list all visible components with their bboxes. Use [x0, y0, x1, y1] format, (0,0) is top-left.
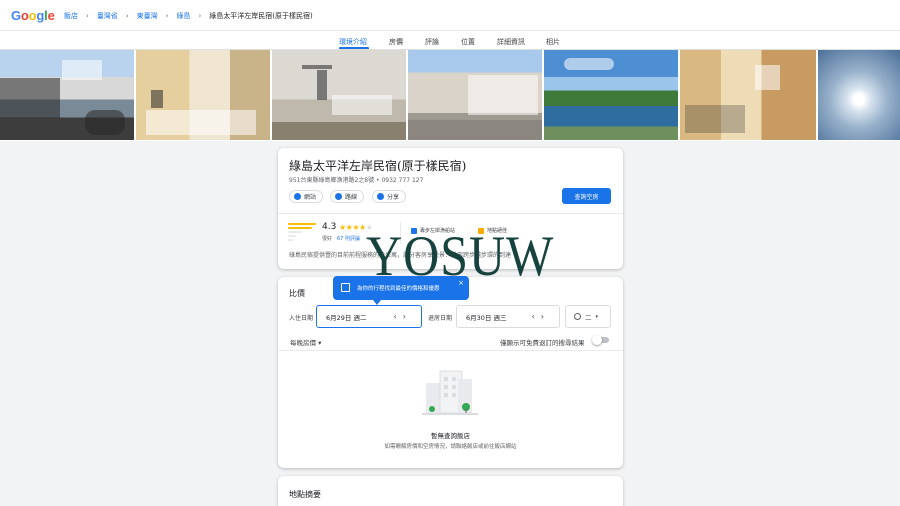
- checkin-label: 入住日期: [289, 315, 314, 322]
- tab-prices[interactable]: 房價: [389, 37, 403, 47]
- active-tab-indicator: [339, 47, 369, 49]
- guests-count: 二: [585, 313, 592, 322]
- reviews-link[interactable]: 67 則評論: [337, 235, 360, 242]
- chevron-right-icon: ›: [165, 12, 169, 20]
- logo-letter: g: [36, 8, 45, 23]
- watermark-text: YOSUW: [366, 223, 555, 288]
- divider: [278, 350, 623, 351]
- checkin-date: 6月29日 週二: [326, 313, 367, 322]
- photo-sunset[interactable]: [818, 50, 900, 140]
- globe-icon: [294, 193, 301, 200]
- tab-details[interactable]: 詳細資訊: [497, 37, 525, 47]
- section-tabs: 環境介紹 房價 評論 位置 詳細資訊 相片: [0, 31, 900, 50]
- top-bar: Google 飯店 › 臺灣省 › 東臺灣 › 綠島 › 綠島太平洋左岸民宿(原…: [0, 0, 900, 31]
- checkout-date-field[interactable]: 6月30日 週三 ‹›: [456, 305, 560, 328]
- divider: [278, 213, 623, 214]
- date-stepper-icons[interactable]: ‹›: [532, 312, 550, 321]
- free-cancel-toggle-label: 僅顯示可免費退訂的搜尋結果: [500, 339, 585, 347]
- empty-state-title: 暫無查詢飯店: [431, 432, 470, 440]
- chevron-right-icon: ›: [198, 12, 202, 20]
- price-title: 比價: [289, 289, 305, 298]
- tab-photos[interactable]: 相片: [546, 37, 560, 47]
- rating-distribution: [288, 223, 316, 243]
- photo-street[interactable]: [408, 50, 542, 140]
- breadcrumb-taiwan[interactable]: 臺灣省: [97, 11, 118, 21]
- logo-letter: o: [20, 8, 29, 23]
- person-icon: [574, 313, 581, 320]
- hotel-name: 綠島太平洋左岸民宿(原于樣民宿): [289, 159, 467, 173]
- share-label: 分享: [387, 194, 400, 201]
- photo-room-2[interactable]: [680, 50, 816, 140]
- logo-letter: G: [11, 8, 21, 23]
- tab-reviews[interactable]: 評論: [425, 37, 439, 47]
- location-overview-card: 地點摘要: [278, 476, 623, 506]
- date-stepper-icons[interactable]: ‹›: [394, 312, 412, 321]
- logo-letter: e: [47, 8, 55, 23]
- hotel-building-illustration: [422, 370, 478, 415]
- checkout-date: 6月30日 週三: [466, 313, 507, 322]
- chevron-right-icon: ›: [125, 12, 129, 20]
- checkin-date-field[interactable]: 6月29日 週二 ‹›: [316, 305, 422, 328]
- breadcrumb-east-taiwan[interactable]: 東臺灣: [137, 11, 158, 21]
- tab-overview[interactable]: 環境介紹: [339, 37, 367, 47]
- website-label: 網站: [304, 194, 317, 201]
- photo-strip: [0, 50, 900, 141]
- calendar-icon: [341, 283, 350, 292]
- share-icon: [377, 193, 384, 200]
- photo-room-1[interactable]: [136, 50, 270, 140]
- breadcrumb-hotels[interactable]: 飯店: [64, 11, 78, 21]
- tab-location[interactable]: 位置: [461, 37, 475, 47]
- directions-icon: [335, 193, 342, 200]
- photo-bathroom[interactable]: [272, 50, 406, 140]
- logo-letter: o: [28, 8, 37, 23]
- directions-label: 路線: [345, 194, 358, 201]
- hotel-address: 951台東縣綠島鄉漁港路2之8號 • 0932 777 127: [289, 177, 424, 184]
- empty-state-subtitle: 如需瞭解房價和空房情況，請聯絡飯店或前往飯店網站: [384, 444, 517, 450]
- chevron-down-icon: ▾: [595, 313, 599, 320]
- directions-chip[interactable]: 路線: [330, 190, 365, 203]
- star-icon: ★★★★: [339, 223, 366, 232]
- free-cancel-toggle[interactable]: [592, 335, 609, 345]
- checkout-label: 退房日期: [428, 315, 453, 322]
- rating-value: 4.3: [322, 222, 337, 232]
- rating-word: 很好: [322, 236, 333, 242]
- overview-title: 地點摘要: [289, 490, 321, 499]
- nightly-price-dropdown[interactable]: 每晚房價 ▾: [290, 337, 321, 347]
- breadcrumb-green-island[interactable]: 綠島: [176, 11, 190, 21]
- guests-selector[interactable]: 二 ▾: [565, 305, 611, 328]
- check-availability-button[interactable]: 查詢空房: [562, 188, 611, 204]
- photo-building-exterior[interactable]: [0, 50, 134, 140]
- website-chip[interactable]: 網站: [289, 190, 324, 203]
- share-chip[interactable]: 分享: [372, 190, 407, 203]
- photo-coastline[interactable]: [544, 50, 678, 140]
- google-logo[interactable]: Google: [11, 8, 55, 23]
- breadcrumb-current: 綠島太平洋左岸民宿(原于樣民宿): [209, 12, 313, 20]
- chevron-right-icon: ›: [86, 12, 89, 20]
- breadcrumb: 飯店 › 臺灣省 › 東臺灣 › 綠島 › 綠島太平洋左岸民宿(原于樣民宿): [64, 11, 313, 21]
